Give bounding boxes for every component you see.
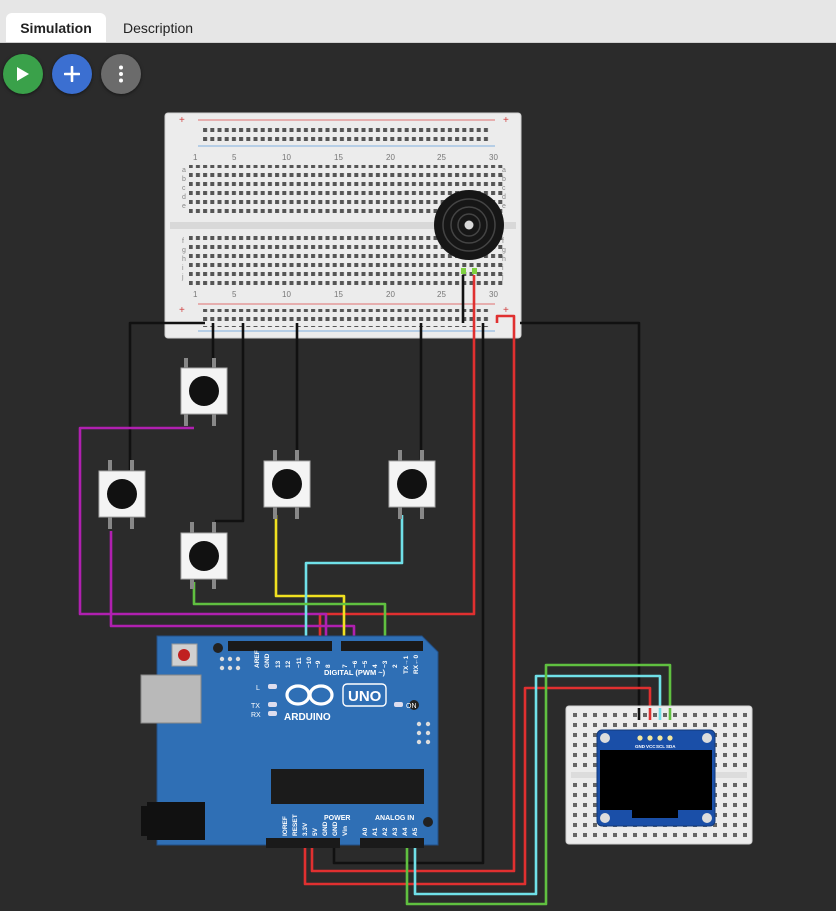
pin-label: ~6: [352, 660, 359, 668]
pin-label: 5V: [312, 827, 319, 836]
pin-label: A5: [412, 827, 419, 836]
column-number: 10: [282, 290, 291, 299]
row-letter: f: [502, 238, 504, 245]
digital-header-label: DIGITAL (PWM ~): [324, 668, 386, 677]
row-letter: b: [182, 176, 186, 183]
circuit-diagram: + + + + 1 5 10 15 20 25 30 1 5 10 15 20 …: [78, 112, 753, 906]
push-button[interactable]: [180, 522, 228, 589]
pin-label: ~10: [306, 657, 313, 668]
pin-label: ~3: [382, 660, 389, 668]
oled-display[interactable]: GND VCC SCL SDA: [596, 729, 716, 827]
board-model: UNO: [348, 688, 382, 705]
column-number: 25: [437, 290, 446, 299]
led-tx-label: TX: [251, 703, 260, 710]
oled-pin-label: SDA: [666, 744, 676, 749]
pin-label: GND: [264, 653, 271, 668]
row-letter: f: [182, 238, 184, 245]
row-letter: a: [182, 167, 186, 174]
oled-pin-label: VCC: [646, 744, 656, 749]
row-letter: d: [502, 194, 506, 201]
pin-label: ~9: [315, 660, 322, 668]
pin-label: A3: [392, 827, 399, 836]
power-header-label: POWER: [324, 815, 350, 822]
pin-label: ~11: [296, 657, 303, 668]
column-number: 25: [437, 153, 446, 162]
row-letter: g: [182, 247, 186, 254]
pin-label: IOREF: [282, 816, 289, 836]
rail-plus-label: +: [503, 305, 509, 316]
rail-plus-label: +: [503, 115, 509, 126]
column-number: 20: [386, 290, 395, 299]
row-letter: h: [182, 256, 186, 263]
rail-plus-label: +: [179, 115, 185, 126]
pin-label: RESET: [292, 814, 299, 836]
row-letter: c: [502, 185, 506, 192]
column-number: 5: [232, 290, 237, 299]
row-letter: d: [182, 194, 186, 201]
pin-label: 4: [372, 664, 379, 668]
column-number: 5: [232, 153, 237, 162]
column-number: 20: [386, 153, 395, 162]
column-number: 1: [193, 290, 198, 299]
push-button[interactable]: [388, 450, 436, 519]
led-rx-label: RX: [251, 712, 261, 719]
row-letter: j: [181, 274, 184, 281]
pin-label: 12: [285, 660, 292, 668]
row-letter: j: [501, 274, 504, 281]
rail-plus-label: +: [179, 305, 185, 316]
row-letter: e: [182, 203, 186, 210]
pin-label: 7: [342, 664, 349, 668]
board-brand: ARDUINO: [284, 712, 331, 723]
pin-label: AREF: [254, 650, 261, 668]
row-letter: b: [502, 176, 506, 183]
pin-label: A4: [402, 827, 409, 836]
row-letter: a: [502, 167, 506, 174]
oled-screen: [600, 750, 712, 810]
pin-label: 2: [392, 664, 399, 668]
column-number: 1: [193, 153, 198, 162]
pin-label: GND: [332, 821, 339, 836]
column-number: 15: [334, 290, 343, 299]
column-number: 15: [334, 153, 343, 162]
pin-label: TX→1: [403, 655, 410, 674]
oled-pin-label: SCL: [656, 744, 665, 749]
pin-label: ~5: [362, 660, 369, 668]
push-button[interactable]: [263, 450, 311, 519]
pin-label: RX←0: [413, 654, 420, 674]
column-number: 30: [489, 290, 498, 299]
column-number: 10: [282, 153, 291, 162]
pin-label: 13: [275, 660, 282, 668]
pin-label: A2: [382, 827, 389, 836]
oled-pin-label: GND: [635, 744, 646, 749]
pin-label: GND: [322, 821, 329, 836]
pin-label: 3.3V: [302, 822, 309, 836]
pin-label: 8: [325, 664, 332, 668]
pin-label: A0: [362, 827, 369, 836]
push-button[interactable]: [98, 460, 146, 529]
arduino-uno[interactable]: UNO ARDUINO DIGITAL (PWM ~) L TX RX ON A…: [140, 635, 439, 848]
push-button[interactable]: [180, 358, 228, 426]
column-number: 30: [489, 153, 498, 162]
led-l-label: L: [256, 685, 260, 692]
row-letter: c: [182, 185, 186, 192]
pin-label: A1: [372, 827, 379, 836]
row-letter: e: [502, 203, 506, 210]
pin-label: Vin: [342, 826, 349, 836]
row-letter: h: [502, 256, 506, 263]
row-letter: g: [502, 247, 506, 254]
led-on-label: ON: [406, 703, 417, 710]
analog-header-label: ANALOG IN: [375, 815, 414, 822]
